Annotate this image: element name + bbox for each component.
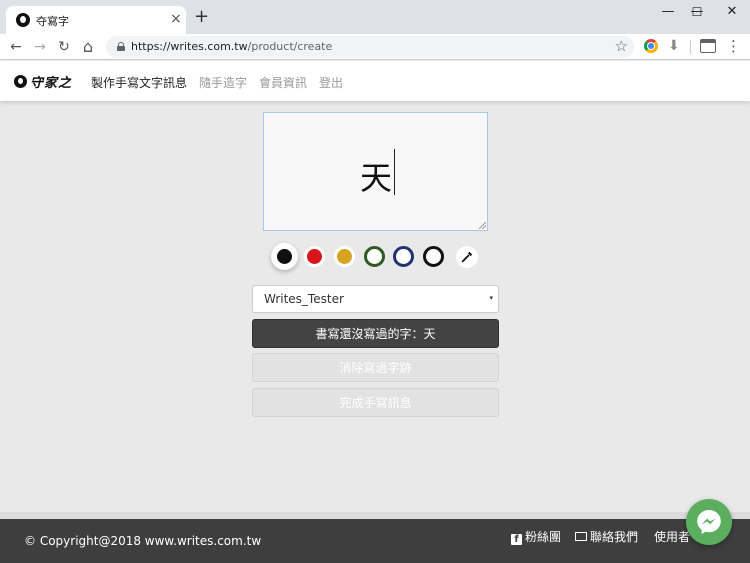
extension-calendar-icon[interactable] xyxy=(700,39,716,53)
logo-text: 守家之 xyxy=(30,75,73,91)
message-textarea[interactable]: 天 xyxy=(263,112,488,231)
back-button[interactable]: ← xyxy=(6,37,26,57)
browser-menu-icon[interactable]: ⋮ xyxy=(726,37,741,55)
lock-icon xyxy=(117,42,125,51)
window-maximize-button[interactable]: ☐ xyxy=(683,2,711,22)
footer-divider xyxy=(0,512,750,519)
clear-strokes-button[interactable]: 消除寫過字跡 xyxy=(252,353,499,382)
messenger-chat-button[interactable] xyxy=(686,499,732,545)
messenger-icon xyxy=(697,510,721,534)
footer-link-fanpage[interactable]: f 粉絲團 xyxy=(511,528,561,545)
home-button[interactable]: ⌂ xyxy=(78,37,98,57)
color-swatch-gold[interactable] xyxy=(334,246,355,267)
chevron-down-icon: ▾ xyxy=(489,294,493,302)
footer-link-users[interactable]: 使用者 xyxy=(654,528,690,545)
color-swatch-green[interactable] xyxy=(364,246,385,267)
nav-make-character[interactable]: 隨手造字 xyxy=(199,74,247,91)
extension-chrome-icon[interactable] xyxy=(644,39,658,53)
site-logo[interactable]: 守家之 xyxy=(14,72,73,91)
color-swatch-black[interactable] xyxy=(274,246,295,267)
site-header: 守家之 製作手寫文字訊息 隨手造字 會員資訊 登出 xyxy=(0,61,750,101)
mail-icon xyxy=(575,532,587,541)
tab-close-icon[interactable]: × xyxy=(170,11,182,27)
site-footer: © Copyright@2018 www.writes.com.tw f 粉絲團 … xyxy=(0,519,750,563)
nav-create-message[interactable]: 製作手寫文字訊息 xyxy=(91,74,187,91)
resize-handle[interactable] xyxy=(479,222,486,229)
forward-button[interactable]: → xyxy=(30,37,50,57)
nav-member-info[interactable]: 會員資訊 xyxy=(259,74,307,91)
browser-tab[interactable]: 夺寫字 × xyxy=(6,6,186,34)
footer-link-contact[interactable]: 聯絡我們 xyxy=(575,528,638,545)
logo-mark-icon xyxy=(14,74,27,88)
color-swatch-red[interactable] xyxy=(304,246,325,267)
browser-tab-bar: 夺寫字 × + — xyxy=(0,0,750,34)
new-tab-button[interactable]: + xyxy=(194,8,209,26)
bookmark-star-icon[interactable]: ☆ xyxy=(615,37,628,55)
site-favicon-icon xyxy=(16,13,30,27)
tab-title: 夺寫字 xyxy=(36,15,69,28)
facebook-icon: f xyxy=(511,534,522,545)
message-text: 天 xyxy=(360,159,393,197)
browser-address-bar: ← → ↻ ⌂ https://writes.com.tw/product/cr… xyxy=(0,34,750,60)
toolbar-divider xyxy=(690,40,691,54)
font-select-value: Writes_Tester xyxy=(264,292,344,306)
copyright-text: © Copyright@2018 www.writes.com.tw xyxy=(24,534,262,548)
color-swatch-navy[interactable] xyxy=(393,246,414,267)
write-missing-char-button[interactable]: 書寫還沒寫過的字：天 xyxy=(252,319,499,348)
window-minimize-button-2[interactable]: — xyxy=(654,2,682,22)
reload-button[interactable]: ↻ xyxy=(54,37,74,57)
font-select[interactable]: Writes_Tester ▾ xyxy=(252,285,499,313)
color-swatch-black-outline[interactable] xyxy=(423,246,444,267)
text-caret xyxy=(394,149,395,195)
window-close-button[interactable]: ✕ xyxy=(718,2,746,22)
url-text: https://writes.com.tw/product/create xyxy=(131,40,333,53)
download-icon[interactable]: ⬇ xyxy=(668,38,680,54)
eyedropper-icon[interactable] xyxy=(456,246,478,268)
finish-message-button[interactable]: 完成手寫訊息 xyxy=(252,388,499,417)
nav-logout[interactable]: 登出 xyxy=(319,74,343,91)
url-input[interactable]: https://writes.com.tw/product/create ☆ xyxy=(106,36,634,58)
